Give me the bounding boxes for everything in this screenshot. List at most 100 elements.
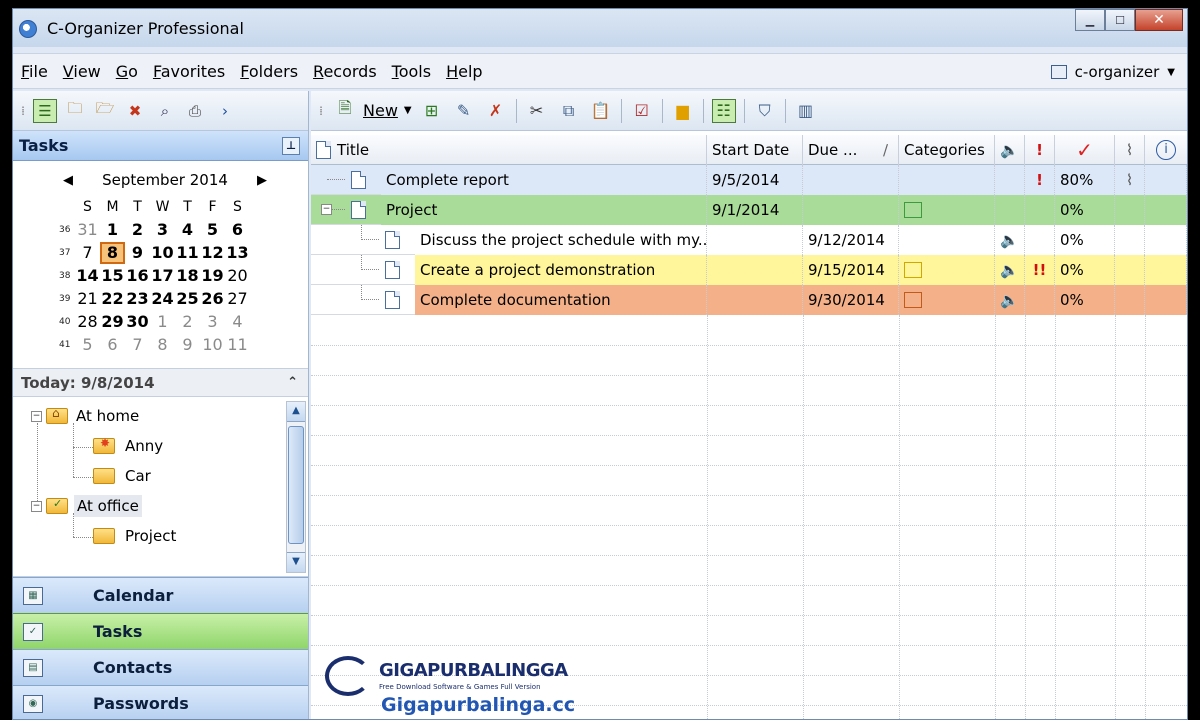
nav-contacts[interactable]: ▤ Contacts xyxy=(13,649,308,685)
today-bar[interactable]: Today: 9/8/2014 ⌃ xyxy=(13,369,308,397)
account-menu[interactable]: c-organizer ▼ xyxy=(1050,63,1175,81)
due-date-cell[interactable] xyxy=(803,195,899,225)
progress-cell[interactable]: 0% xyxy=(1055,225,1115,255)
menu-favorites[interactable]: Favorites xyxy=(153,62,225,81)
toolbar-grip-icon[interactable]: ⁞ xyxy=(19,99,27,123)
task-title-cell[interactable]: Create a project demonstration xyxy=(415,255,707,285)
calendar-day[interactable]: 28 xyxy=(75,312,100,331)
reminder-cell[interactable]: 🔈 xyxy=(995,225,1025,255)
next-month-icon[interactable]: ▶ xyxy=(251,173,273,188)
task-list-view-icon[interactable]: ☰ xyxy=(33,98,57,123)
calendar-day[interactable]: 6 xyxy=(100,335,125,354)
menu-file[interactable]: File xyxy=(21,62,48,81)
calendar-day[interactable]: 11 xyxy=(175,243,200,262)
calendar-day[interactable]: 16 xyxy=(125,266,150,285)
reminder-cell[interactable] xyxy=(995,195,1025,225)
calendar-day[interactable]: 20 xyxy=(225,266,250,285)
start-date-cell[interactable] xyxy=(707,225,803,255)
mark-complete-icon[interactable]: ☑ xyxy=(630,99,654,123)
calendar-day[interactable]: 10 xyxy=(150,243,175,262)
calendar-day[interactable]: 30 xyxy=(125,312,150,331)
calendar-day[interactable]: 2 xyxy=(125,220,150,239)
start-date-cell[interactable]: 9/5/2014 xyxy=(707,165,803,195)
tree-item-at-office[interactable]: − At office xyxy=(31,493,142,519)
folder-tree-scrollbar[interactable]: ▲ ▼ xyxy=(286,401,306,573)
table-row[interactable]: Complete report 9/5/2014! 80% ⌇ xyxy=(311,165,1187,195)
column-title[interactable]: Title xyxy=(311,135,707,165)
calendar-day[interactable]: 11 xyxy=(225,335,250,354)
scroll-up-icon[interactable]: ▲ xyxy=(287,402,305,422)
tree-item-car[interactable]: Car xyxy=(93,463,151,489)
task-title-cell[interactable]: Complete documentation xyxy=(415,285,707,315)
due-date-cell[interactable]: 9/15/2014 xyxy=(803,255,899,285)
calendar-day[interactable]: 29 xyxy=(100,312,125,331)
calendar-day[interactable]: 7 xyxy=(125,335,150,354)
priority-cell[interactable] xyxy=(1025,195,1055,225)
nav-calendar[interactable]: ▦ Calendar xyxy=(13,577,308,613)
calendar-day[interactable]: 1 xyxy=(100,220,125,239)
calendar-day[interactable]: 22 xyxy=(100,289,125,308)
calendar-day[interactable]: 12 xyxy=(200,243,225,262)
column-due[interactable]: Due ... ∕ xyxy=(803,135,899,165)
task-title-cell[interactable]: Discuss the project schedule with my... xyxy=(415,225,707,255)
attachment-cell[interactable] xyxy=(1115,285,1145,315)
task-title-cell[interactable]: Project xyxy=(381,195,707,225)
progress-cell[interactable]: 0% xyxy=(1055,195,1115,225)
cut-icon[interactable]: ✂ xyxy=(525,99,549,123)
calendar-day[interactable]: 9 xyxy=(175,335,200,354)
print-icon[interactable]: ⎙ xyxy=(183,99,207,123)
priority-cell[interactable]: !! xyxy=(1025,255,1055,285)
calendar-day[interactable]: 27 xyxy=(225,289,250,308)
reminder-cell[interactable] xyxy=(995,165,1025,195)
collapse-chevron-icon[interactable]: ⌃ xyxy=(287,375,298,390)
category-cell[interactable] xyxy=(899,285,995,315)
category-cell[interactable] xyxy=(899,195,995,225)
calendar-day[interactable]: 18 xyxy=(175,266,200,285)
copy-icon[interactable]: ⧉ xyxy=(557,99,581,123)
calendar-month-label[interactable]: September 2014 xyxy=(102,171,228,189)
category-cell[interactable] xyxy=(899,165,995,195)
tree-item-anny[interactable]: Anny xyxy=(93,433,163,459)
due-date-cell[interactable] xyxy=(803,165,899,195)
progress-cell[interactable]: 80% xyxy=(1055,165,1115,195)
collapse-toggle-icon[interactable]: − xyxy=(321,204,332,215)
task-view-icon[interactable]: ☷ xyxy=(711,98,736,123)
calendar-day-today[interactable]: 8 xyxy=(100,241,125,264)
attachment-cell[interactable] xyxy=(1115,255,1145,285)
priority-cell[interactable] xyxy=(1025,225,1055,255)
delete-folder-icon[interactable]: ✖ xyxy=(123,99,147,123)
calendar-day[interactable]: 4 xyxy=(225,312,250,331)
scroll-down-icon[interactable]: ▼ xyxy=(287,552,305,572)
info-cell[interactable] xyxy=(1145,195,1187,225)
collapse-toggle-icon[interactable]: − xyxy=(31,410,42,422)
calendar-day[interactable]: 13 xyxy=(225,243,250,262)
edit-icon[interactable]: ✎ xyxy=(452,99,476,123)
prev-month-icon[interactable]: ◀ xyxy=(57,173,79,188)
table-row[interactable]: Create a project demonstration 9/15/2014 🔈… xyxy=(311,255,1187,285)
columns-icon[interactable]: ▥ xyxy=(794,99,818,123)
due-date-cell[interactable]: 9/30/2014 xyxy=(803,285,899,315)
nav-tasks[interactable]: ✓ Tasks xyxy=(13,613,308,649)
calendar-day[interactable]: 2 xyxy=(175,312,200,331)
info-cell[interactable] xyxy=(1145,165,1187,195)
menu-go[interactable]: Go xyxy=(116,62,138,81)
calendar-day[interactable]: 14 xyxy=(75,266,100,285)
column-start-date[interactable]: Start Date xyxy=(707,135,803,165)
info-cell[interactable] xyxy=(1145,285,1187,315)
info-cell[interactable] xyxy=(1145,225,1187,255)
menu-tools[interactable]: Tools xyxy=(392,62,431,81)
close-button[interactable]: ✕ xyxy=(1135,9,1183,31)
calendar-day[interactable]: 31 xyxy=(75,220,100,239)
new-subtask-icon[interactable]: ⊞ xyxy=(420,99,444,123)
start-date-cell[interactable] xyxy=(707,285,803,315)
priority-cell[interactable]: ! xyxy=(1025,165,1055,195)
find-icon[interactable]: ⌕ xyxy=(153,99,177,123)
column-completion[interactable]: ✓ xyxy=(1055,135,1115,165)
reminder-cell[interactable]: 🔈 xyxy=(995,285,1025,315)
nav-passwords[interactable]: ◉ Passwords xyxy=(13,685,308,719)
calendar-day[interactable]: 4 xyxy=(175,220,200,239)
calendar-day[interactable]: 6 xyxy=(225,220,250,239)
new-folder-icon[interactable]: 🗀 xyxy=(63,99,87,123)
calendar-day[interactable]: 23 xyxy=(125,289,150,308)
table-row[interactable]: Discuss the project schedule with my... 9… xyxy=(311,225,1187,255)
